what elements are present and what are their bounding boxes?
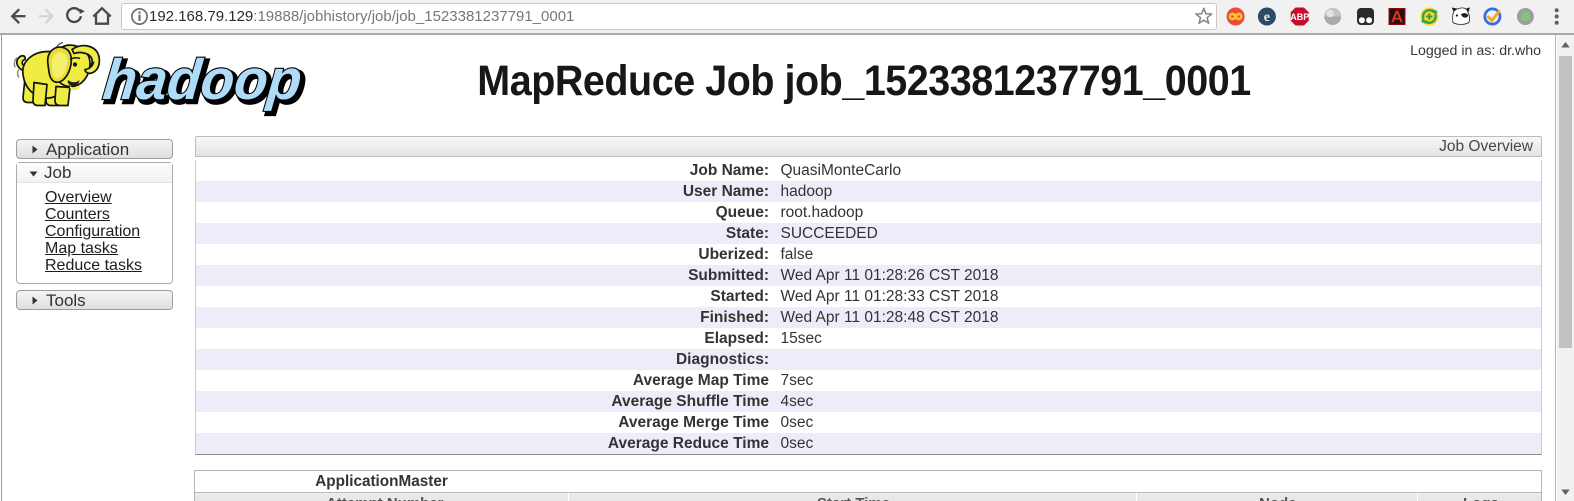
- svg-text:e: e: [1264, 10, 1270, 25]
- svg-text:ABP: ABP: [1290, 12, 1309, 22]
